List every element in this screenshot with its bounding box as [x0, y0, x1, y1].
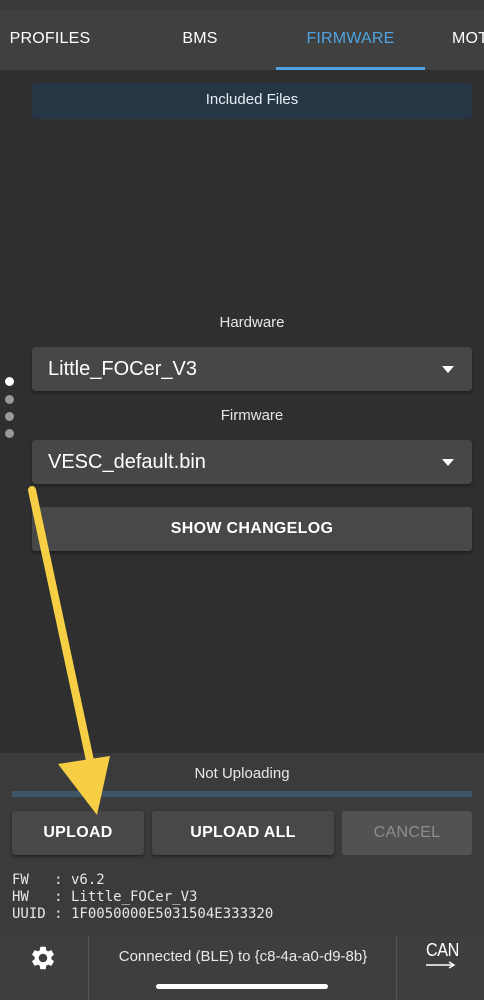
firmware-select-value: VESC_default.bin [48, 451, 206, 473]
show-changelog-button[interactable]: SHOW CHANGELOG [32, 507, 472, 551]
firmware-label: Firmware [220, 407, 284, 424]
active-tab-indicator [276, 67, 425, 70]
status-strip [0, 0, 484, 10]
upload-button[interactable]: UPLOAD [12, 811, 144, 855]
home-indicator [156, 984, 328, 989]
device-info-hw: HW : Little_FOCer_V3 [12, 889, 198, 905]
tab-bar: PROFILES BMS FIRMWARE MOT [0, 10, 484, 70]
page-dot-2[interactable] [5, 395, 14, 404]
upload-status: Not Uploading [194, 765, 290, 782]
firmware-select[interactable]: VESC_default.bin [32, 440, 472, 484]
tab-motor[interactable]: MOT [452, 10, 484, 70]
status-divider [396, 936, 397, 1000]
arrow-right-icon [426, 961, 456, 969]
cancel-button: CANCEL [342, 811, 472, 855]
chevron-down-icon [442, 366, 454, 373]
included-files-header: Included Files [32, 83, 472, 119]
hardware-select[interactable]: Little_FOCer_V3 [32, 347, 472, 391]
can-label: CAN [426, 940, 459, 960]
hardware-label: Hardware [219, 314, 285, 331]
tab-bms[interactable]: BMS [150, 10, 250, 70]
tab-profiles[interactable]: PROFILES [0, 10, 100, 70]
device-info-uuid: UUID : 1F0050000E5031504E333320 [12, 906, 274, 922]
upload-progress-bar [12, 791, 472, 797]
hardware-select-value: Little_FOCer_V3 [48, 358, 197, 380]
device-info-fw: FW : v6.2 [12, 872, 105, 888]
bottom-status-bar [0, 936, 484, 1000]
status-divider [88, 936, 89, 1000]
page-dot-4[interactable] [5, 429, 14, 438]
can-button[interactable]: CAN [416, 940, 466, 974]
page-dot-3[interactable] [5, 412, 14, 421]
upload-all-button[interactable]: UPLOAD ALL [152, 811, 334, 855]
page-dot-1[interactable] [5, 377, 14, 386]
connection-status: Connected (BLE) to {c8-4a-a0-d9-8b} [118, 948, 368, 965]
gear-icon[interactable] [29, 944, 57, 972]
chevron-down-icon [442, 459, 454, 466]
tab-firmware[interactable]: FIRMWARE [276, 10, 425, 70]
